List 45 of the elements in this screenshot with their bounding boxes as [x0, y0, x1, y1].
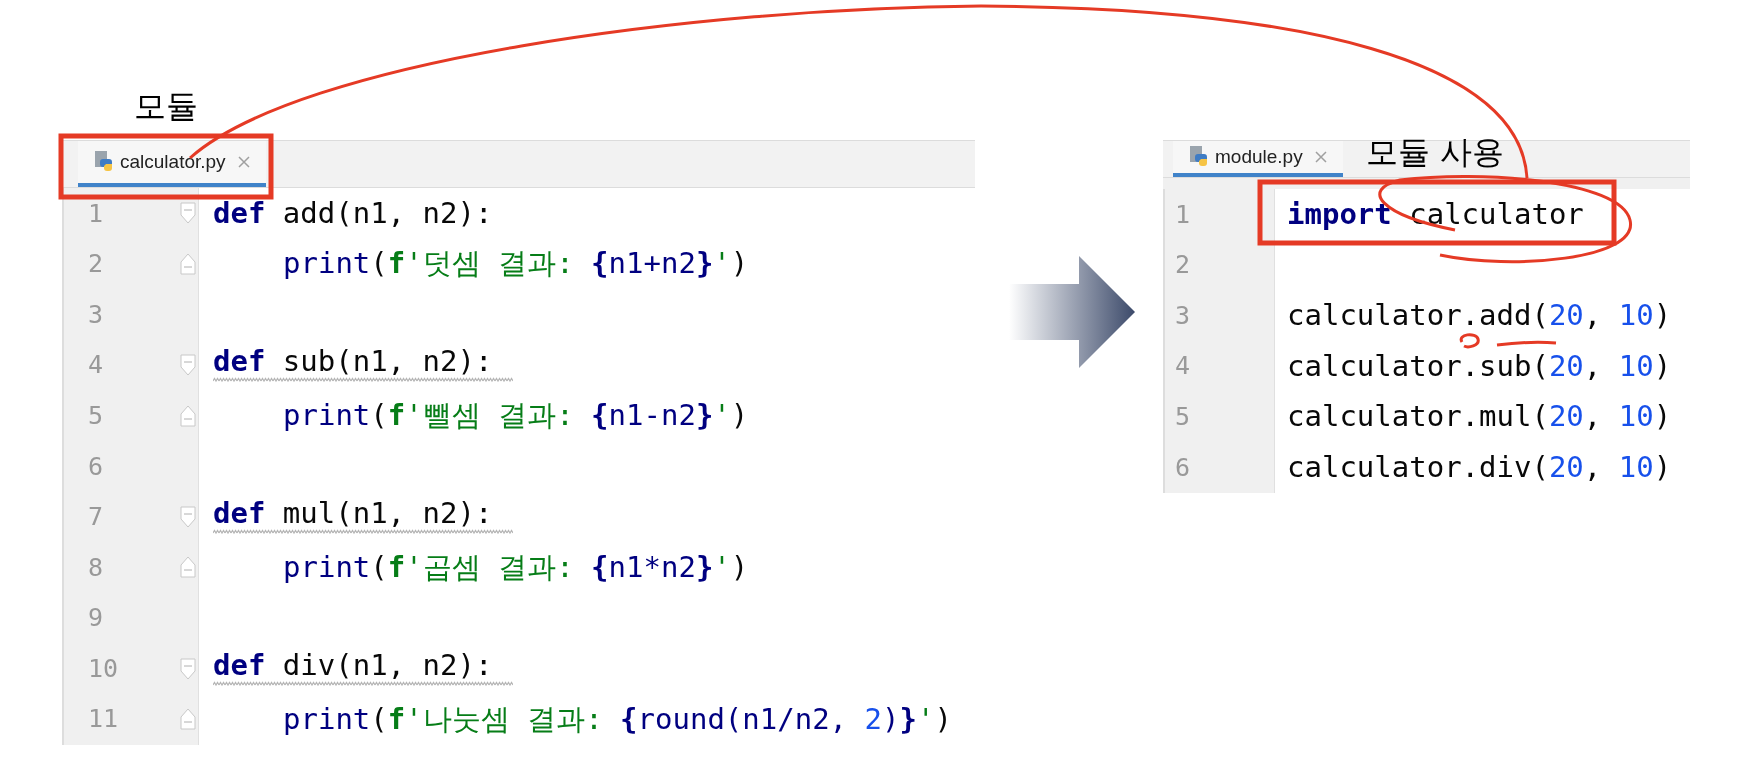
line-number: 9 [88, 602, 104, 635]
fold-icon[interactable] [180, 556, 196, 579]
code-line: import calculator [1287, 199, 1584, 229]
close-icon[interactable] [1314, 151, 1327, 163]
fold-icon[interactable] [180, 505, 196, 528]
code-line: print(f'뺄셈 결과: {n1-n2}') [283, 401, 749, 431]
fold-icon[interactable] [180, 657, 196, 680]
code-line: def div(n1, n2): [213, 650, 494, 680]
code-line: print(f'곱셈 결과: {n1*n2}') [283, 552, 749, 582]
line-number: 8 [88, 551, 104, 584]
line-number: 2 [88, 248, 104, 281]
fold-icon[interactable] [180, 404, 196, 427]
code-line: print(f'나눗셈 결과: {round(n1/n2, 2)}') [283, 704, 952, 734]
line-number: 5 [1175, 400, 1191, 433]
code-line: calculator.sub(20, 10) [1287, 351, 1672, 381]
line-number: 4 [1175, 350, 1191, 383]
line-number: 6 [1175, 451, 1191, 484]
line-number: 6 [88, 450, 104, 483]
code-line: def sub(n1, n2): [213, 347, 494, 377]
code-line: def mul(n1, n2): [213, 498, 494, 528]
line-number: 2 [1175, 249, 1191, 282]
fold-icon[interactable] [180, 708, 196, 731]
code-line: def add(n1, n2): [213, 198, 493, 228]
line-number: 10 [88, 652, 119, 685]
line-number: 1 [88, 197, 104, 230]
line-number: 4 [88, 349, 104, 382]
fold-icon[interactable] [180, 202, 196, 225]
line-number: 7 [88, 501, 104, 534]
annotation-label: 모듈 사용 [1366, 132, 1505, 173]
arrow-icon [1009, 256, 1135, 368]
fold-icon[interactable] [180, 252, 196, 275]
line-number: 3 [1175, 299, 1191, 332]
annotation-label: 모듈 [134, 86, 198, 127]
file-tab[interactable]: module.py [1173, 141, 1343, 177]
code-line: calculator.mul(20, 10) [1287, 402, 1672, 432]
line-number: 1 [1175, 198, 1191, 231]
file-tab[interactable]: calculator.py [78, 141, 266, 187]
code-line: print(f'덧셈 결과: {n1+n2}') [283, 249, 749, 279]
line-number: 3 [88, 298, 104, 331]
line-number: 11 [88, 703, 119, 736]
close-icon[interactable] [237, 156, 250, 168]
code-line: calculator.add(20, 10) [1287, 301, 1672, 330]
line-number: 5 [88, 399, 104, 432]
fold-icon[interactable] [180, 354, 196, 377]
code-line: calculator.div(20, 10) [1287, 452, 1672, 482]
